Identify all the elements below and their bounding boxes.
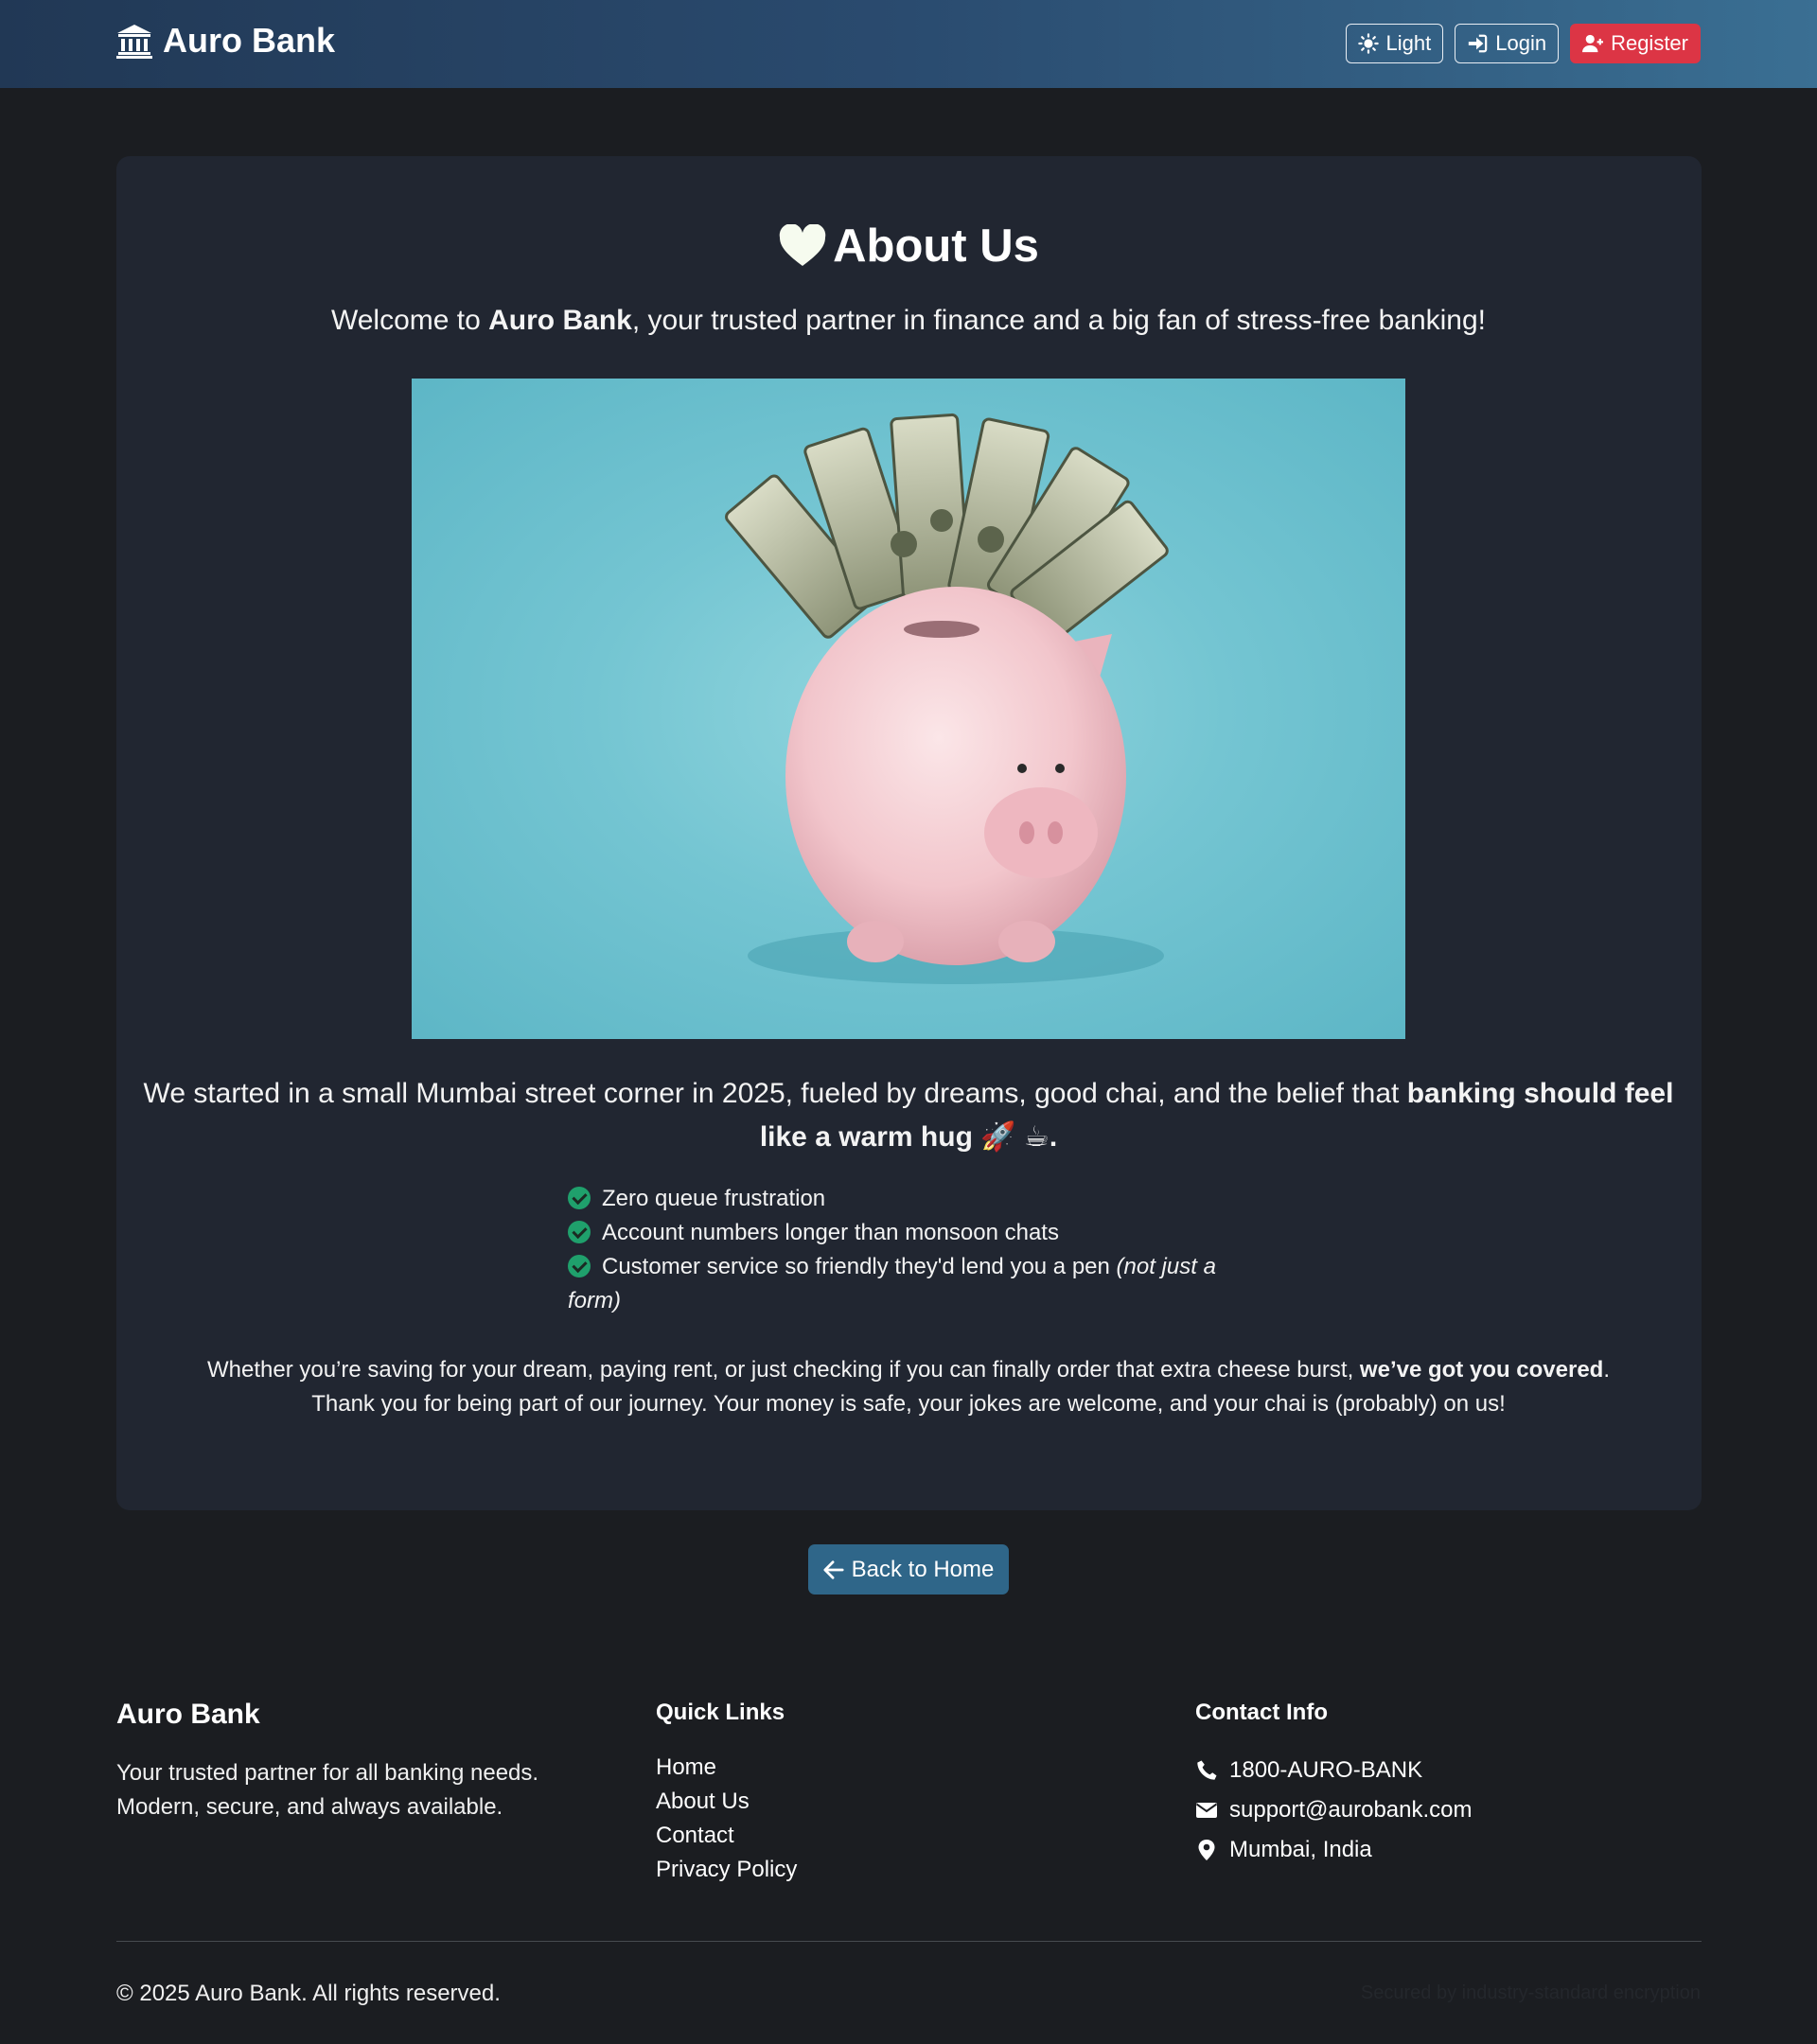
closing-highlight: we’ve got you covered: [1359, 1357, 1604, 1383]
user-plus-icon: [1582, 34, 1604, 53]
footer-link-home[interactable]: Home: [656, 1751, 797, 1785]
list-item: Account numbers longer than monsoon chat…: [568, 1216, 1230, 1250]
contact-info: 1800-AURO-BANK support@aurobank.com Mumb…: [1195, 1751, 1473, 1870]
brand-link[interactable]: Auro Bank: [115, 21, 335, 61]
heart-icon: [779, 224, 826, 266]
nav-actions: Light Login Register: [1345, 24, 1701, 63]
page-title-text: About Us: [833, 220, 1039, 272]
list-item: Zero queue frustration: [568, 1182, 1230, 1216]
footer-link-about[interactable]: About Us: [656, 1785, 797, 1819]
footer-divider: [116, 1941, 1702, 1942]
theme-toggle-button[interactable]: Light: [1345, 24, 1444, 63]
register-label: Register: [1611, 31, 1688, 55]
footer-desc-line: Your trusted partner for all banking nee…: [116, 1760, 539, 1786]
footer-description: Your trusted partner for all banking nee…: [116, 1756, 609, 1824]
footer-link-contact[interactable]: Contact: [656, 1819, 797, 1853]
feature-text: Zero queue frustration: [602, 1186, 826, 1211]
closing-line-2: Thank you for being part of our journey.…: [311, 1391, 1506, 1417]
closing-line-1: Whether you’re saving for your dream, pa…: [142, 1353, 1675, 1387]
footer-brand: Auro Bank: [116, 1699, 260, 1730]
lead-prefix: Welcome to: [330, 305, 489, 336]
piggy-bank-illustration: [725, 413, 1169, 984]
story-text: We started in a small Mumbai street corn…: [143, 1078, 1407, 1109]
contact-phone-text: 1800-AURO-BANK: [1229, 1757, 1423, 1783]
map-pin-icon: [1198, 1840, 1215, 1860]
footer-link-privacy[interactable]: Privacy Policy: [656, 1853, 797, 1887]
contact-email: support@aurobank.com: [1195, 1790, 1473, 1830]
feature-list: Zero queue frustration Account numbers l…: [568, 1182, 1230, 1318]
arrow-left-icon: [823, 1559, 844, 1579]
contact-phone: 1800-AURO-BANK: [1195, 1751, 1473, 1790]
closing-paragraph: Whether you’re saving for your dream, pa…: [142, 1353, 1675, 1421]
origin-story: We started in a small Mumbai street corn…: [142, 1072, 1675, 1159]
sign-in-icon: [1469, 34, 1488, 53]
closing-period: .: [1603, 1357, 1611, 1383]
lead-brand: Auro Bank: [488, 305, 632, 336]
login-label: Login: [1495, 31, 1547, 55]
check-circle-icon: [568, 1255, 591, 1278]
welcome-lead: Welcome to Auro Bank, your trusted partn…: [0, 305, 1817, 337]
closing-text: Whether you’re saving for your dream, pa…: [206, 1357, 1360, 1383]
lead-suffix: , your trusted partner in finance and a …: [631, 305, 1487, 336]
theme-toggle-label: Light: [1385, 31, 1432, 55]
sun-icon: [1357, 33, 1379, 54]
piggy-bank-image: [412, 379, 1405, 1039]
check-circle-icon: [568, 1221, 591, 1243]
list-item: Customer service so friendly they'd lend…: [568, 1250, 1230, 1318]
login-button[interactable]: Login: [1455, 24, 1560, 63]
security-note: Secured by industry-standard encryption: [1360, 1982, 1701, 2003]
navbar: Auro Bank Light Login Register: [0, 0, 1817, 88]
brand-name: Auro Bank: [163, 21, 336, 60]
check-circle-icon: [568, 1187, 591, 1209]
page-title: About Us: [0, 220, 1817, 273]
register-button[interactable]: Register: [1570, 24, 1701, 63]
copyright: © 2025 Auro Bank. All rights reserved.: [116, 1981, 501, 2006]
contact-location: Mumbai, India: [1195, 1830, 1473, 1870]
contact-email-text: support@aurobank.com: [1229, 1797, 1473, 1823]
quick-links: Home About Us Contact Privacy Policy: [656, 1751, 797, 1887]
back-to-home-button[interactable]: Back to Home: [808, 1544, 1009, 1595]
footer-desc-line: Modern, secure, and always available.: [116, 1794, 503, 1820]
envelope-icon: [1195, 1803, 1218, 1818]
quick-links-heading: Quick Links: [656, 1700, 785, 1725]
contact-info-heading: Contact Info: [1195, 1700, 1328, 1725]
bank-icon: [116, 25, 152, 59]
phone-icon: [1197, 1760, 1217, 1780]
contact-location-text: Mumbai, India: [1229, 1837, 1372, 1862]
back-to-home-label: Back to Home: [851, 1556, 995, 1582]
feature-text: Account numbers longer than monsoon chat…: [602, 1220, 1059, 1245]
feature-text: Customer service so friendly they'd lend…: [602, 1254, 1110, 1279]
